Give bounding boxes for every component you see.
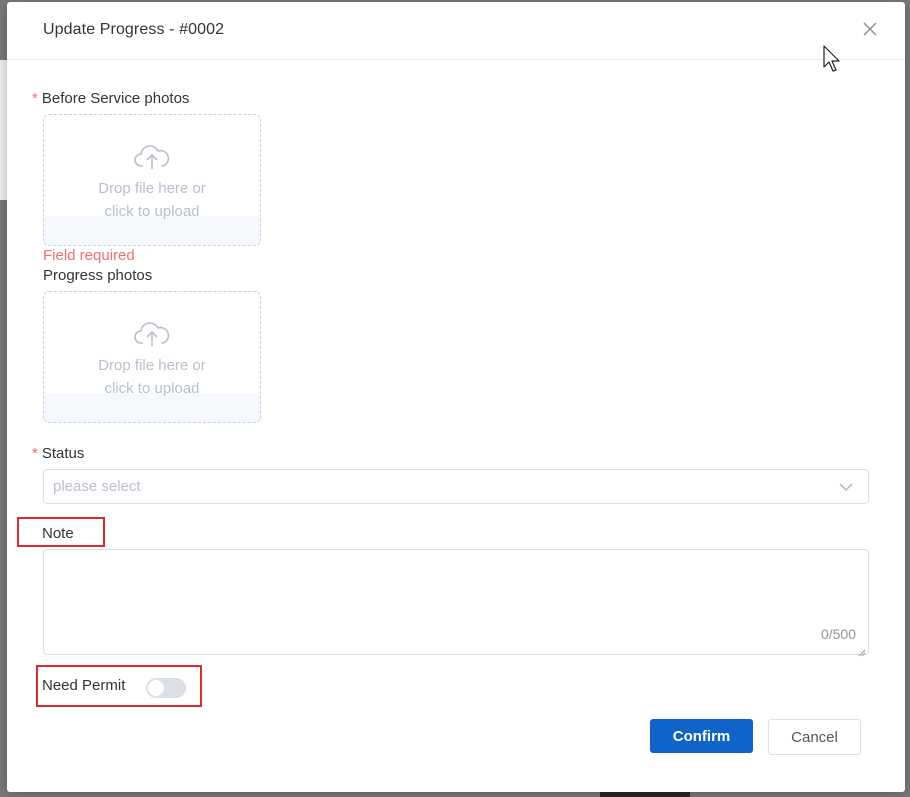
note-textarea[interactable]: 0/500: [43, 549, 869, 657]
close-icon[interactable]: [860, 19, 880, 39]
upload-hint: Drop file here or click to upload: [44, 177, 260, 223]
before-photos-label: * Before Service photos: [32, 90, 189, 107]
upload-hint: Drop file here or click to upload: [44, 354, 260, 400]
upload-hint-line1: Drop file here or: [98, 180, 206, 197]
cloud-upload-icon: [134, 142, 170, 172]
cloud-upload-icon: [134, 319, 170, 349]
status-select[interactable]: please select: [43, 469, 869, 504]
need-permit-label: Need Permit: [42, 677, 126, 694]
before-photos-upload[interactable]: Drop file here or click to upload: [43, 114, 261, 246]
required-marker: *: [32, 445, 38, 462]
before-photos-label-text: Before Service photos: [41, 90, 190, 107]
before-photos-error: Field required: [43, 247, 135, 264]
status-placeholder: please select: [53, 478, 141, 495]
chevron-down-icon: [838, 480, 854, 492]
switch-knob: [148, 680, 164, 696]
progress-photos-label: Progress photos: [43, 267, 153, 284]
upload-hint-line2: click to upload: [104, 203, 200, 220]
need-permit-switch[interactable]: [146, 678, 186, 698]
cancel-button[interactable]: Cancel: [768, 719, 861, 755]
status-label: * Status: [32, 445, 84, 462]
status-label-text: Status: [41, 445, 85, 462]
confirm-button[interactable]: Confirm: [650, 719, 753, 753]
required-marker: *: [32, 90, 38, 107]
note-char-counter: 0/500: [820, 626, 856, 642]
background-strip: [600, 792, 690, 797]
dialog-header: Update Progress - #0002: [7, 2, 905, 60]
dialog-title: Update Progress - #0002: [43, 21, 225, 38]
upload-hint-line2: click to upload: [104, 380, 200, 397]
resize-grip-icon[interactable]: [858, 644, 866, 657]
note-label: Note: [42, 525, 74, 542]
mouse-cursor-icon: [822, 45, 842, 73]
update-progress-dialog: Update Progress - #0002 * Before Service …: [7, 2, 905, 792]
progress-photos-upload[interactable]: Drop file here or click to upload: [43, 291, 261, 423]
upload-hint-line1: Drop file here or: [98, 357, 206, 374]
